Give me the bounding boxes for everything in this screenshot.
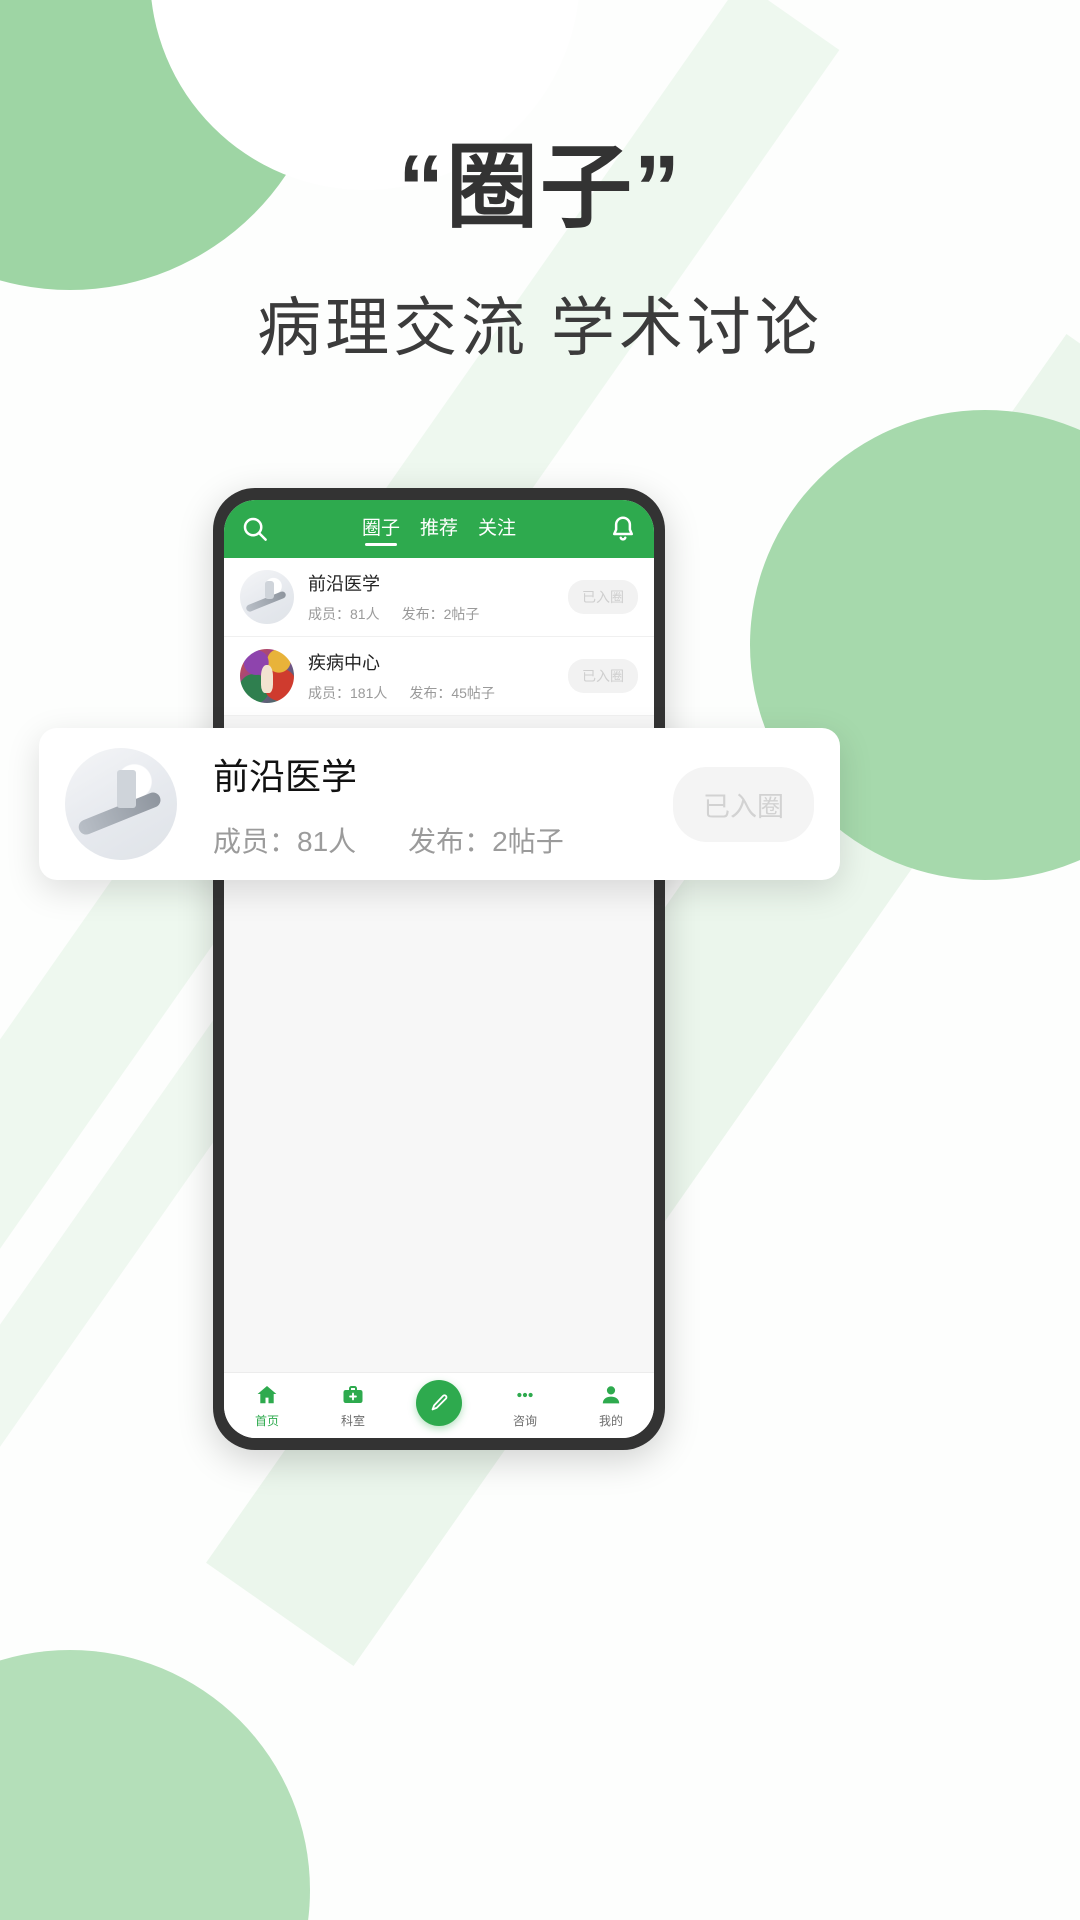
phone-mockup: 圈子 推荐 关注 前沿医学 成员：81人 发布：2帖子 已入圈 疾病中心 成员：… — [213, 488, 665, 1450]
pencil-compose-fab[interactable] — [416, 1380, 462, 1426]
circle-name: 疾病中心 — [308, 653, 380, 673]
avatar — [240, 649, 294, 703]
promo-screenshot: “圈子” 病理交流 学术讨论 圈子 推荐 关注 前沿医学 成员：81人 发布：2… — [0, 0, 1080, 1920]
joined-button[interactable]: 已入圈 — [568, 580, 638, 614]
nav-item-profile[interactable]: 我的 — [568, 1383, 654, 1429]
circle-name: 前沿医学 — [308, 574, 380, 594]
nav-label: 科室 — [340, 1413, 365, 1428]
joined-button[interactable]: 已入圈 — [568, 659, 638, 693]
nav-item-department[interactable]: 科室 — [310, 1383, 396, 1429]
list-item[interactable]: 疾病中心 成员：181人 发布：45帖子 已入圈 — [224, 637, 654, 716]
member-count: 成员：81人 — [213, 826, 357, 857]
bottom-navigation: 首页 科室 咨询 我的 — [224, 1372, 654, 1438]
post-count: 发布：2帖子 — [408, 826, 564, 857]
home-icon — [255, 1383, 279, 1407]
tab-circles[interactable]: 圈子 — [362, 513, 400, 546]
header-tabs: 圈子 推荐 关注 — [270, 513, 608, 546]
nav-label: 咨询 — [512, 1413, 537, 1428]
tab-recommended[interactable]: 推荐 — [420, 513, 458, 546]
list-item-text: 前沿医学 成员：81人 发布：2帖子 — [308, 570, 554, 624]
highlight-card-text: 前沿医学 成员：81人 发布：2帖子 — [213, 748, 637, 860]
list-item[interactable]: 前沿医学 成员：81人 发布：2帖子 已入圈 — [224, 558, 654, 637]
phone-screen: 圈子 推荐 关注 前沿医学 成员：81人 发布：2帖子 已入圈 疾病中心 成员：… — [224, 500, 654, 1438]
page-subtitle: 病理交流 学术讨论 — [257, 291, 823, 364]
briefcase-plus-icon — [341, 1383, 365, 1407]
avatar — [65, 748, 177, 860]
nav-item-compose[interactable] — [396, 1380, 482, 1431]
page-title: “圈子” — [397, 137, 682, 239]
circle-list: 前沿医学 成员：81人 发布：2帖子 已入圈 疾病中心 成员：181人 发布：4… — [224, 558, 654, 716]
nav-item-consult[interactable]: 咨询 — [482, 1383, 568, 1429]
circle-stats: 成员：81人 发布：2帖子 — [213, 820, 637, 860]
circle-stats: 成员：81人 发布：2帖子 — [308, 604, 554, 624]
tab-following[interactable]: 关注 — [478, 513, 516, 546]
joined-button[interactable]: 已入圈 — [673, 766, 814, 842]
hero-text-block: “圈子” 病理交流 学术讨论 — [0, 140, 1080, 369]
nav-item-home[interactable]: 首页 — [224, 1383, 310, 1429]
decorative-blob-bottom-left — [0, 1650, 310, 1920]
member-count: 成员：181人 — [308, 685, 388, 701]
post-count: 发布：45帖子 — [409, 685, 495, 701]
bell-icon[interactable] — [608, 514, 638, 544]
app-header: 圈子 推荐 关注 — [224, 500, 654, 558]
circle-stats: 成员：181人 发布：45帖子 — [308, 683, 554, 703]
search-icon[interactable] — [240, 514, 270, 544]
nav-label: 我的 — [598, 1413, 623, 1428]
avatar — [240, 570, 294, 624]
highlight-card[interactable]: 前沿医学 成员：81人 发布：2帖子 已入圈 — [39, 728, 840, 880]
list-item-text: 疾病中心 成员：181人 发布：45帖子 — [308, 649, 554, 703]
member-count: 成员：81人 — [308, 606, 380, 622]
person-icon — [599, 1383, 623, 1407]
circle-name: 前沿医学 — [213, 756, 358, 797]
dots-chat-icon — [513, 1383, 537, 1407]
post-count: 发布：2帖子 — [401, 606, 480, 622]
nav-label: 首页 — [254, 1413, 279, 1428]
